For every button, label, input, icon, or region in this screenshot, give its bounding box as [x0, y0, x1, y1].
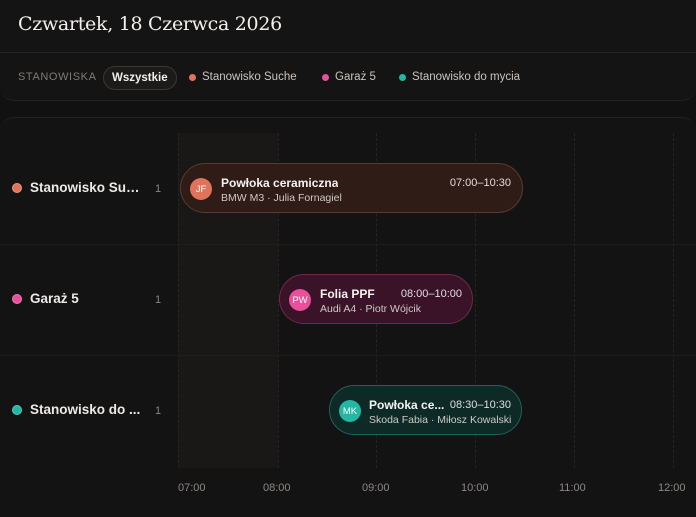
status-dot-icon — [322, 73, 329, 81]
grid-line — [673, 133, 674, 468]
row-divider — [0, 355, 696, 356]
status-dot-icon — [189, 73, 196, 81]
time-tick: 10:00 — [461, 482, 489, 494]
time-tick: 09:00 — [362, 482, 390, 494]
event-time: 07:00–10:30 — [449, 177, 511, 189]
day-header: Czwartek, 18 Czerwca 2026 STANOWISKA Wsz… — [0, 0, 696, 101]
row-label-stanowisko-do-mycia[interactable]: Stanowisko do ... — [12, 402, 140, 417]
event-time: 08:00–10:00 — [400, 288, 462, 300]
event-title: Folia PPF — [320, 287, 375, 301]
grid-line — [574, 133, 575, 468]
event-title: Powłoka ce... — [369, 398, 445, 412]
station-filter-bar: STANOWISKA Wszystkie Stanowisko Suche Ga… — [0, 52, 696, 101]
row-name: Stanowisko do ... — [30, 402, 141, 417]
event-time: 08:30–10:30 — [449, 399, 511, 411]
event-title: Powłoka ceramiczna — [221, 176, 339, 190]
event-subtitle: BMW M3 · Julia Fornagiel — [221, 192, 342, 204]
row-name: Stanowisko Suche — [30, 180, 142, 195]
filter-chip-all[interactable]: Wszystkie — [103, 66, 177, 90]
row-label-stanowisko-suche[interactable]: Stanowisko Suche — [12, 180, 142, 195]
time-tick: 07:00 — [178, 482, 206, 494]
status-dot-icon — [12, 293, 22, 304]
status-dot-icon — [399, 73, 406, 81]
row-name: Garaż 5 — [30, 291, 79, 306]
filter-chip-label: Stanowisko Suche — [202, 71, 297, 83]
page-title: Czwartek, 18 Czerwca 2026 — [18, 13, 282, 35]
filter-chip-garaz-5[interactable]: Garaż 5 — [322, 66, 376, 88]
filters-label: STANOWISKA — [18, 71, 97, 83]
grid-line — [178, 133, 179, 468]
filter-chip-label: Garaż 5 — [335, 71, 376, 83]
row-count: 1 — [155, 405, 162, 417]
row-count: 1 — [155, 294, 162, 306]
event-card[interactable]: JF Powłoka ceramiczna 07:00–10:30 BMW M3… — [180, 163, 523, 213]
filter-chip-label: Stanowisko do mycia — [412, 71, 521, 83]
row-label-garaz-5[interactable]: Garaż 5 — [12, 291, 79, 306]
status-dot-icon — [12, 182, 22, 193]
filter-chip-stanowisko-do-mycia[interactable]: Stanowisko do mycia — [399, 66, 520, 88]
time-tick: 11:00 — [559, 482, 586, 494]
event-card[interactable]: PW Folia PPF 08:00–10:00 Audi A4 · Piotr… — [279, 274, 473, 324]
avatar: PW — [289, 289, 311, 311]
time-tick: 08:00 — [263, 482, 291, 494]
row-count: 1 — [155, 183, 162, 195]
event-subtitle: Skoda Fabia · Miłosz Kowalski — [369, 414, 512, 426]
avatar: MK — [339, 400, 361, 422]
row-divider — [0, 244, 696, 245]
time-tick: 12:00 — [658, 482, 686, 494]
filter-chip-stanowisko-suche[interactable]: Stanowisko Suche — [189, 66, 297, 88]
event-card[interactable]: MK Powłoka ce... 08:30–10:30 Skoda Fabia… — [329, 385, 522, 435]
avatar: JF — [190, 178, 212, 200]
status-dot-icon — [12, 404, 22, 415]
event-subtitle: Audi A4 · Piotr Wójcik — [320, 303, 421, 315]
